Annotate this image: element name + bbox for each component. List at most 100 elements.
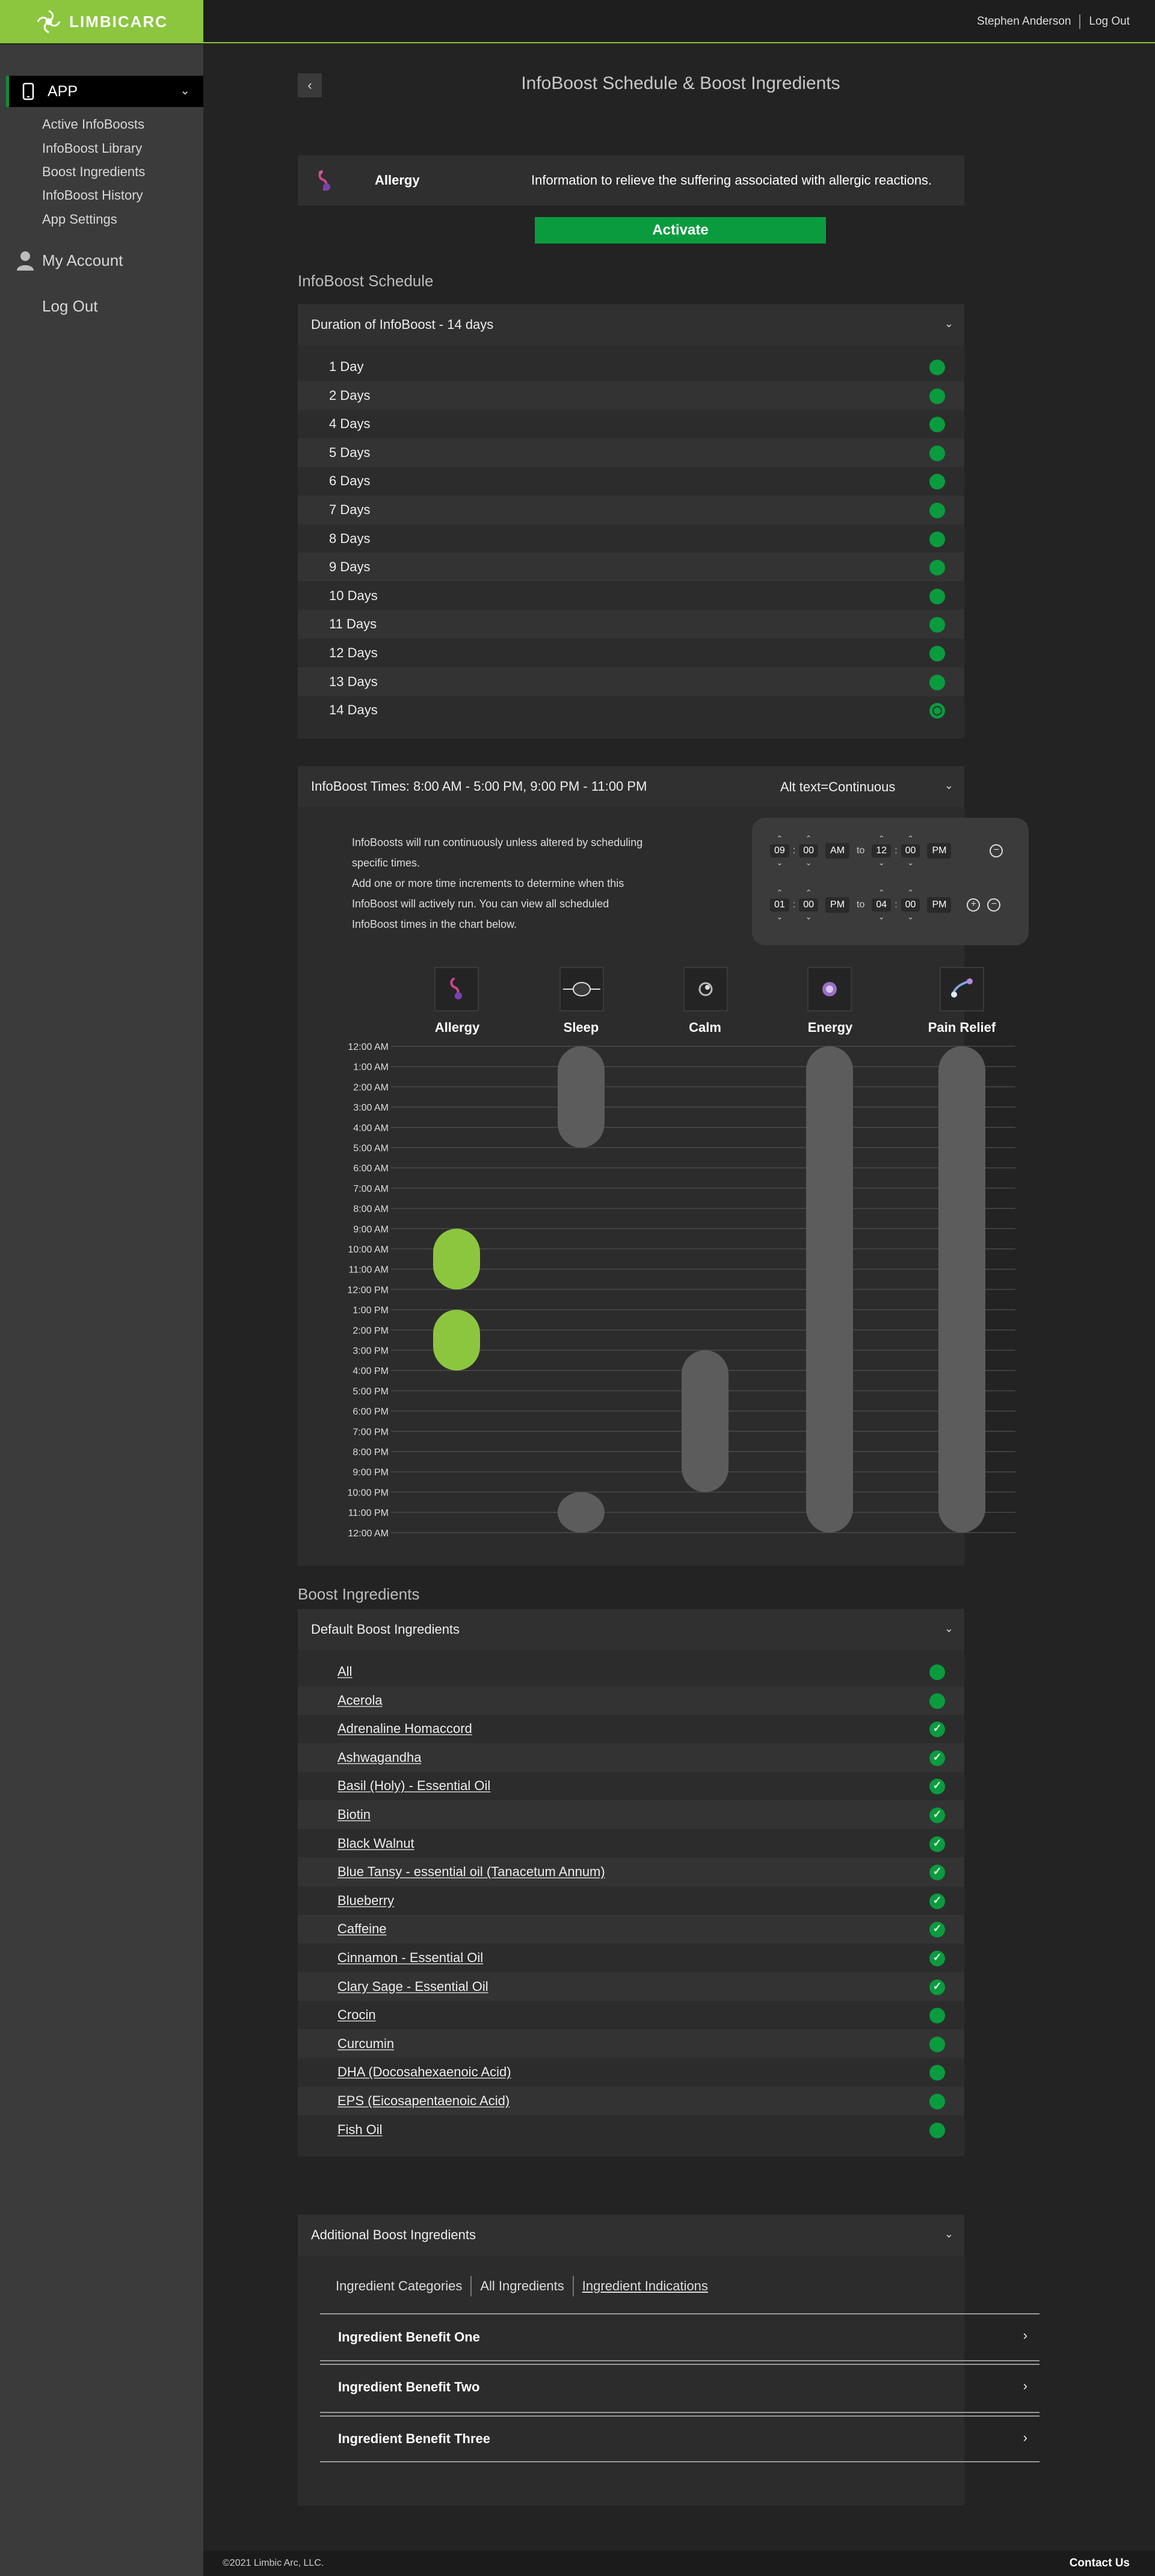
benefit-row[interactable]: Ingredient Benefit Three ›: [320, 2415, 1040, 2461]
minute-stepper[interactable]: ⌃ 00 ⌄: [799, 835, 819, 867]
checkmark-icon[interactable]: [929, 1893, 945, 1909]
radio-icon[interactable]: [929, 474, 945, 490]
checkmark-icon[interactable]: [929, 1750, 945, 1766]
toggle-dot-icon[interactable]: [929, 1693, 945, 1709]
ingredient-link[interactable]: DHA (Docosahexaenoic Acid): [337, 2064, 511, 2080]
ingredient-row[interactable]: Biotin: [298, 1800, 964, 1829]
tab-all-ingredients[interactable]: All Ingredients: [472, 2278, 572, 2294]
radio-icon[interactable]: [929, 674, 945, 690]
ingredient-link[interactable]: Blueberry: [337, 1893, 394, 1909]
ingredient-link[interactable]: Black Walnut: [337, 1836, 414, 1851]
sidebar-item-my-account[interactable]: My Account: [42, 251, 123, 270]
sidebar-item-app-settings[interactable]: App Settings: [42, 212, 117, 227]
radio-icon[interactable]: [929, 388, 945, 404]
hour-value[interactable]: 09: [770, 844, 789, 857]
ampm-toggle[interactable]: PM: [927, 897, 952, 913]
minute-stepper[interactable]: ⌃ 00 ⌄: [901, 835, 920, 867]
chevron-down-icon[interactable]: ⌄: [907, 859, 914, 867]
ampm-toggle[interactable]: PM: [825, 897, 850, 913]
add-range-icon[interactable]: +: [967, 898, 981, 912]
benefit-row[interactable]: Ingredient Benefit Two ›: [320, 2364, 1040, 2409]
hour-stepper[interactable]: ⌃ 12 ⌄: [872, 835, 892, 867]
ingredient-link[interactable]: Fish Oil: [337, 2122, 383, 2138]
sidebar-item-infoboost-library[interactable]: InfoBoost Library: [42, 141, 142, 156]
duration-accordion-header[interactable]: Duration of InfoBoost - 14 days ⌄: [298, 304, 964, 345]
duration-option[interactable]: 5 Days: [298, 438, 964, 467]
hour-value[interactable]: 01: [770, 898, 789, 912]
hour-stepper[interactable]: ⌃ 04 ⌄: [872, 889, 892, 921]
ingredient-link[interactable]: Blue Tansy - essential oil (Tanacetum An…: [337, 1864, 605, 1880]
minute-value[interactable]: 00: [901, 898, 920, 912]
ingredient-row[interactable]: Blueberry: [298, 1886, 964, 1915]
chevron-down-icon[interactable]: ⌄: [907, 913, 914, 921]
radio-icon[interactable]: [929, 445, 945, 461]
ingredient-row[interactable]: Cinnamon - Essential Oil: [298, 1943, 964, 1972]
minute-value[interactable]: 00: [799, 844, 819, 857]
hour-value[interactable]: 12: [872, 844, 892, 857]
chevron-down-icon[interactable]: ⌄: [776, 859, 783, 867]
ingredient-link[interactable]: Basil (Holy) - Essential Oil: [337, 1778, 490, 1794]
activate-button[interactable]: Activate: [535, 217, 826, 244]
checkmark-icon[interactable]: [929, 1808, 945, 1823]
chevron-up-icon[interactable]: ⌃: [776, 835, 783, 843]
ingredient-link[interactable]: Clary Sage - Essential Oil: [337, 1979, 488, 1995]
ingredient-row[interactable]: Adrenaline Homaccord: [298, 1714, 964, 1743]
brand-logo[interactable]: LIMBICARC: [0, 0, 203, 43]
ingredient-row[interactable]: Curcumin: [298, 2029, 964, 2058]
radio-selected-icon[interactable]: [929, 703, 945, 719]
calm-column-icon[interactable]: [683, 967, 728, 1011]
minute-stepper[interactable]: ⌃ 00 ⌄: [799, 889, 819, 921]
radio-icon[interactable]: [929, 617, 945, 633]
sidebar-item-active-infoboosts[interactable]: Active InfoBoosts: [42, 117, 144, 132]
ingredient-row[interactable]: Black Walnut: [298, 1829, 964, 1858]
additional-accordion-header[interactable]: Additional Boost Ingredients ⌄: [298, 2215, 964, 2256]
ingredient-row[interactable]: Crocin: [298, 2001, 964, 2029]
chevron-down-icon[interactable]: ⌄: [878, 859, 885, 867]
ingredient-link[interactable]: Acerola: [337, 1693, 383, 1708]
ingredient-row[interactable]: All: [298, 1657, 964, 1686]
duration-option[interactable]: 4 Days: [298, 409, 964, 438]
ingredient-link[interactable]: All: [337, 1664, 352, 1679]
sidebar-app-toggle[interactable]: APP ⌄: [6, 76, 203, 107]
duration-option[interactable]: 11 Days: [298, 610, 964, 639]
chevron-down-icon[interactable]: ⌄: [776, 913, 783, 921]
times-accordion-header[interactable]: InfoBoost Times: 8:00 AM - 5:00 PM, 9:00…: [298, 766, 964, 807]
radio-icon[interactable]: [929, 360, 945, 375]
default-ingredients-accordion-header[interactable]: Default Boost Ingredients ⌄: [298, 1609, 964, 1650]
chevron-down-icon[interactable]: ⌄: [878, 913, 885, 921]
minute-value[interactable]: 00: [799, 898, 819, 912]
sidebar-item-infoboost-history[interactable]: InfoBoost History: [42, 188, 143, 203]
remove-range-icon[interactable]: −: [990, 844, 1003, 857]
ampm-toggle[interactable]: AM: [825, 843, 850, 859]
ingredient-row[interactable]: Basil (Holy) - Essential Oil: [298, 1771, 964, 1800]
toggle-dot-icon[interactable]: [929, 1664, 945, 1680]
contact-us-link[interactable]: Contact Us: [1070, 2557, 1130, 2570]
ingredient-row[interactable]: Clary Sage - Essential Oil: [298, 1972, 964, 2001]
minute-stepper[interactable]: ⌃ 00 ⌄: [901, 889, 920, 921]
duration-option[interactable]: 13 Days: [298, 667, 964, 696]
ingredient-row[interactable]: Acerola: [298, 1685, 964, 1715]
header-logout-link[interactable]: Log Out: [1089, 15, 1130, 28]
duration-option[interactable]: 10 Days: [298, 581, 964, 610]
chevron-up-icon[interactable]: ⌃: [907, 835, 914, 843]
checkmark-icon[interactable]: [929, 1722, 945, 1738]
minute-value[interactable]: 00: [901, 844, 920, 857]
user-name[interactable]: Stephen Anderson: [977, 15, 1071, 28]
toggle-dot-icon[interactable]: [929, 2036, 945, 2052]
radio-icon[interactable]: [929, 588, 945, 604]
chevron-up-icon[interactable]: ⌃: [878, 835, 885, 843]
ingredient-link[interactable]: Curcumin: [337, 2036, 394, 2052]
duration-option[interactable]: 1 Day: [298, 352, 964, 381]
ingredient-row[interactable]: EPS (Eicosapentaenoic Acid): [298, 2087, 964, 2115]
chevron-up-icon[interactable]: ⌃: [907, 889, 914, 897]
checkmark-icon[interactable]: [929, 1951, 945, 1966]
checkmark-icon[interactable]: [929, 1865, 945, 1881]
ingredient-link[interactable]: EPS (Eicosapentaenoic Acid): [337, 2093, 510, 2109]
radio-icon[interactable]: [929, 503, 945, 518]
chevron-up-icon[interactable]: ⌃: [878, 889, 885, 897]
hour-value[interactable]: 04: [872, 898, 892, 912]
duration-option[interactable]: 6 Days: [298, 467, 964, 495]
chevron-up-icon[interactable]: ⌃: [805, 835, 812, 843]
sidebar-item-logout[interactable]: Log Out: [42, 297, 98, 316]
toggle-dot-icon[interactable]: [929, 2065, 945, 2081]
